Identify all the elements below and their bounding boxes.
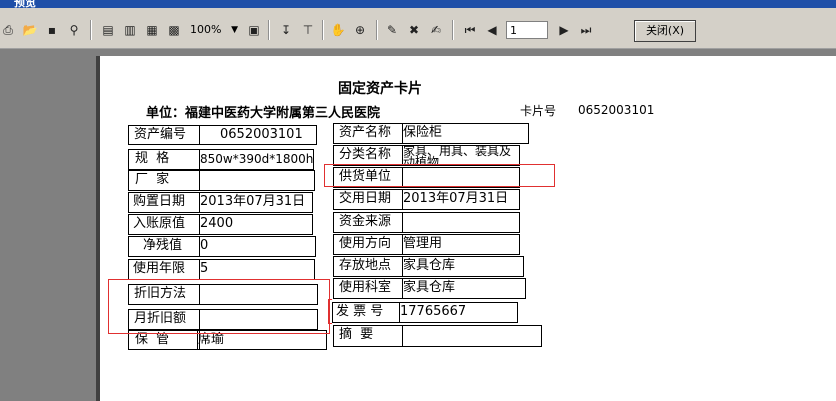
- window-titlebar: 预览: [0, 0, 836, 8]
- summary-label: 摘 要: [333, 325, 403, 347]
- page-number-input[interactable]: 1: [506, 21, 548, 39]
- tree-icon[interactable]: ⊤: [300, 22, 316, 38]
- find-icon[interactable]: ⚲: [66, 22, 82, 38]
- toolbar: ⎙ 📂 ▪ ⚲ ▤ ▥ ▦ ▩ 100% ▼ ▣ ↧ ⊤ ✋ ⊕ ✎ ✖ ✍ ⏮ …: [0, 8, 836, 49]
- card-no-label: 卡片号: [520, 104, 557, 118]
- edit-page-icon[interactable]: ✍: [428, 22, 444, 38]
- purchase-date-value: 2013年07月31日: [199, 192, 313, 213]
- separator: [268, 20, 270, 40]
- open-folder-icon[interactable]: 📂: [22, 22, 38, 38]
- use-date-value: 2013年07月31日: [402, 189, 520, 210]
- print-icon[interactable]: ⎙: [0, 22, 16, 38]
- dept-value: 家具仓库: [402, 278, 526, 299]
- life-label: 使用年限: [128, 259, 200, 280]
- delete-page-icon[interactable]: ✖: [406, 22, 422, 38]
- life-value: 5: [199, 259, 315, 280]
- purchase-date-label: 购置日期: [128, 192, 200, 213]
- last-page-icon[interactable]: ⏭: [578, 22, 594, 38]
- two-page-icon[interactable]: ▥: [122, 22, 138, 38]
- window-title: 预览: [14, 0, 36, 8]
- unit-line: 单位：福建中医药大学附属第三人民医院: [146, 102, 380, 121]
- chevron-down-icon: ▼: [231, 25, 238, 35]
- residual-value: 0: [199, 236, 316, 257]
- use-date-label: 交用日期: [333, 189, 403, 210]
- summary-value: [402, 325, 542, 347]
- dep-highlight-box: [108, 279, 330, 334]
- unit-name: 福建中医药大学附属第三人民医院: [185, 106, 381, 121]
- new-page-icon[interactable]: ✎: [384, 22, 400, 38]
- zoom-value: 100%: [190, 23, 222, 36]
- separator: [452, 20, 454, 40]
- dept-label: 使用科室: [333, 278, 403, 299]
- separator: [90, 20, 92, 40]
- separator: [376, 20, 378, 40]
- card-title: 固定资产卡片: [338, 81, 422, 97]
- close-button[interactable]: 关闭(X): [634, 20, 696, 42]
- next-page-icon[interactable]: ▶: [556, 22, 572, 38]
- separator: [322, 20, 324, 40]
- name-value: 保险柜: [402, 123, 529, 144]
- residual-label: 净残值: [128, 236, 200, 257]
- direction-value: 管理用: [402, 234, 520, 255]
- location-value: 家具仓库: [402, 256, 524, 277]
- four-page-icon[interactable]: ▩: [166, 22, 182, 38]
- invoice-highlight-mark: [328, 299, 332, 324]
- maker-value: [199, 170, 315, 191]
- original-value: 2400: [199, 214, 313, 235]
- fund-value: [402, 212, 520, 233]
- save-icon[interactable]: ▪: [44, 22, 60, 38]
- asset-no-value: 0652003101: [199, 125, 317, 145]
- name-label: 资产名称: [333, 123, 403, 144]
- card-no-value: 0652003101: [578, 103, 655, 117]
- single-page-icon[interactable]: ▤: [100, 22, 116, 38]
- zoom-in-icon[interactable]: ⊕: [352, 22, 368, 38]
- original-value-label: 入账原值: [128, 214, 200, 235]
- prev-page-icon[interactable]: ◀: [484, 22, 500, 38]
- multi-page-icon[interactable]: ▦: [144, 22, 160, 38]
- fund-label: 资金来源: [333, 212, 403, 233]
- supplier-highlight-box: [324, 164, 555, 187]
- direction-label: 使用方向: [333, 234, 403, 255]
- first-page-icon[interactable]: ⏮: [462, 22, 478, 38]
- sort-icon[interactable]: ↧: [278, 22, 294, 38]
- maker-label: 厂 家: [128, 170, 200, 191]
- invoice-value: 17765667: [399, 302, 518, 323]
- invoice-label: 发 票 号: [332, 302, 400, 323]
- unit-label: 单位：: [146, 106, 186, 121]
- asset-no-label: 资产编号: [128, 125, 200, 145]
- zoom-select[interactable]: 100% ▼: [190, 22, 238, 38]
- category-value: 家具、用具、装具及动植物: [402, 145, 520, 166]
- hand-icon[interactable]: ✋: [330, 22, 346, 38]
- page-setup-icon[interactable]: ▣: [246, 22, 262, 38]
- location-label: 存放地点: [333, 256, 403, 277]
- category-label: 分类名称: [333, 145, 403, 166]
- spec-value: 850w*390d*1800h: [199, 149, 314, 170]
- spec-label: 规 格: [128, 149, 200, 170]
